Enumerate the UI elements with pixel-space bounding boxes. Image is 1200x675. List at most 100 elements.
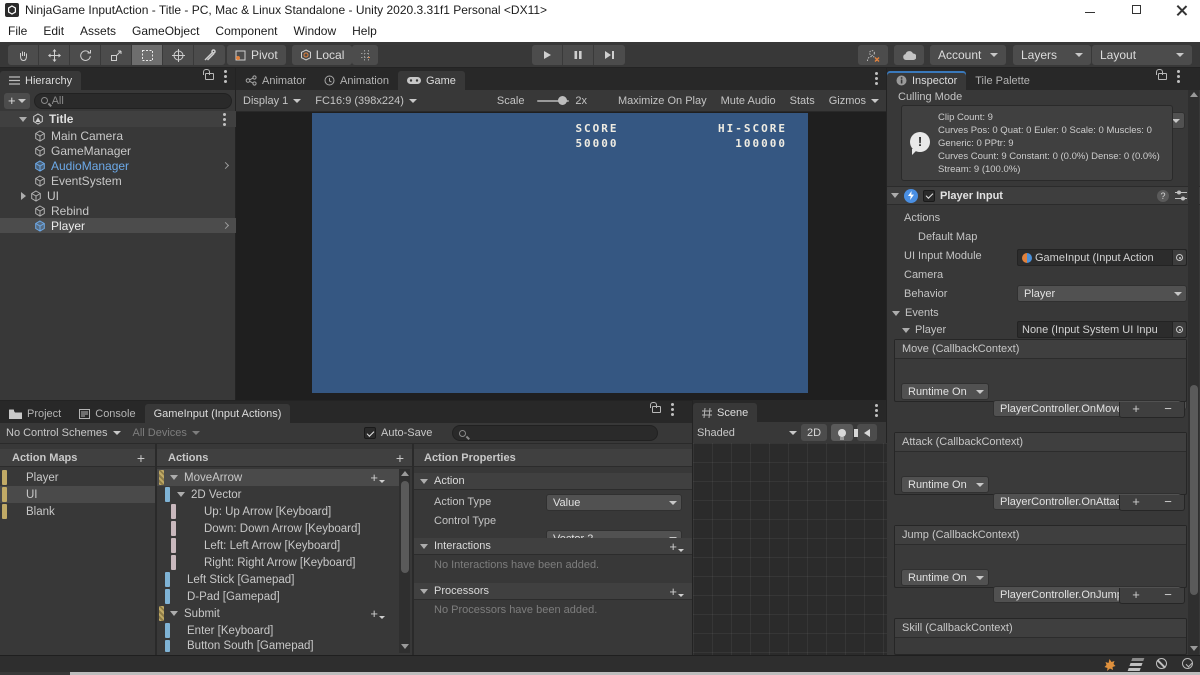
actions-search-field[interactable] (470, 427, 651, 439)
display-dropdown[interactable]: Display 1 (236, 95, 308, 107)
binding-row-buttonsouth[interactable]: Button South [Gamepad] (157, 639, 399, 653)
menu-edit[interactable]: Edit (35, 24, 72, 38)
add-binding-button[interactable]: + (370, 470, 385, 485)
binding-row-left[interactable]: Left: Left Arrow [Keyboard] (157, 537, 399, 554)
custom-tool-icon[interactable] (194, 45, 225, 65)
hierarchy-search-field[interactable] (51, 94, 225, 107)
game-panel-menu-icon[interactable] (875, 77, 878, 80)
move-tool-icon[interactable] (39, 45, 70, 65)
collab-activity-icon[interactable] (1103, 658, 1116, 671)
2d-toggle-button[interactable]: 2D (801, 424, 828, 441)
control-schemes-dropdown[interactable]: No Control Schemes (0, 427, 127, 439)
lighting-toggle-icon[interactable] (831, 424, 854, 441)
disabled-sync-icon[interactable] (1156, 658, 1167, 669)
interactions-section-header[interactable]: Interactions + (414, 538, 692, 555)
hierarchy-search-input[interactable] (33, 92, 232, 109)
maximize-button[interactable] (1130, 4, 1144, 16)
scroll-down-icon[interactable] (400, 644, 409, 649)
binding-row-down[interactable]: Down: Down Arrow [Keyboard] (157, 520, 399, 537)
events-foldout[interactable]: Events (892, 307, 939, 319)
binding-row-right[interactable]: Right: Right Arrow [Keyboard] (157, 554, 399, 571)
menu-component[interactable]: Component (207, 24, 285, 38)
hierarchy-item-player[interactable]: Player (0, 218, 236, 233)
add-processor-button[interactable]: + (669, 584, 684, 599)
rect-tool-icon[interactable] (132, 45, 163, 65)
presets-icon[interactable] (1175, 190, 1187, 201)
tab-gameinput[interactable]: GameInput (Input Actions) (144, 404, 291, 423)
progress-ok-icon[interactable] (1182, 658, 1193, 669)
actions-search-input[interactable] (452, 425, 658, 441)
pivot-toggle[interactable]: Pivot (227, 45, 286, 65)
processors-section-header[interactable]: Processors + (414, 583, 692, 600)
event-mode-dropdown[interactable]: Runtime On (901, 569, 989, 586)
autosave-checkbox[interactable] (364, 427, 376, 439)
layers-dropdown[interactable]: Layers (1013, 45, 1092, 65)
tab-scene[interactable]: Scene (693, 403, 758, 422)
autosave-toggle[interactable]: Auto-Save (364, 427, 432, 439)
scale-slider[interactable] (537, 95, 570, 105)
binding-row-leftstick[interactable]: Left Stick [Gamepad] (157, 571, 399, 588)
remove-event-button[interactable]: − (1152, 402, 1184, 417)
play-button[interactable] (532, 45, 563, 65)
player-input-component-header[interactable]: Player Input ? (887, 186, 1200, 205)
scene-header-row[interactable]: Title (0, 111, 236, 127)
binding-row-enter[interactable]: Enter [Keyboard] (157, 622, 399, 639)
add-binding-button[interactable]: + (370, 606, 385, 621)
hierarchy-lock-icon[interactable] (203, 69, 214, 80)
menu-assets[interactable]: Assets (72, 24, 124, 38)
panel-lock-icon[interactable] (650, 402, 661, 413)
layout-dropdown[interactable]: Layout (1092, 45, 1192, 65)
collapsed-foldout-icon[interactable] (21, 191, 26, 200)
add-event-button[interactable]: + (1120, 495, 1152, 510)
hierarchy-item-eventsystem[interactable]: EventSystem (0, 173, 236, 188)
event-mode-dropdown[interactable]: Runtime On (901, 383, 989, 400)
mute-audio-button[interactable]: Mute Audio (714, 95, 783, 107)
transform-tool-icon[interactable] (163, 45, 194, 65)
scrollbar-thumb[interactable] (1189, 385, 1198, 595)
stats-button[interactable]: Stats (783, 95, 822, 107)
object-picker-icon[interactable] (1172, 250, 1186, 265)
scene-foldout-icon[interactable] (19, 116, 27, 122)
devices-dropdown[interactable]: All Devices (127, 427, 206, 439)
action-map-ui[interactable]: UI (0, 486, 155, 503)
hierarchy-item-ui[interactable]: UI (0, 188, 236, 203)
tab-tile-palette[interactable]: Tile Palette (966, 71, 1039, 90)
menu-file[interactable]: File (0, 24, 35, 38)
scroll-up-icon[interactable] (1189, 92, 1198, 97)
hierarchy-item-gamemanager[interactable]: GameManager (0, 143, 236, 158)
scene-viewport[interactable] (693, 443, 887, 655)
cache-layers-icon[interactable] (1129, 659, 1143, 666)
actions-scrollbar[interactable] (399, 469, 410, 653)
add-event-button[interactable]: + (1120, 588, 1152, 603)
events-player-foldout[interactable]: Player (902, 324, 946, 336)
action-row-submit[interactable]: Submit + (157, 605, 399, 622)
tab-game[interactable]: Game (397, 71, 465, 90)
scrollbar-thumb[interactable] (400, 481, 409, 573)
component-enabled-checkbox[interactable] (923, 189, 935, 202)
default-map-dropdown[interactable]: Player (1017, 285, 1187, 302)
actions-object-field[interactable]: GameInput (Input Action (1017, 249, 1187, 266)
action-row-2dvector[interactable]: 2D Vector (157, 486, 399, 503)
object-picker-icon[interactable] (1172, 322, 1186, 337)
pause-button[interactable] (563, 45, 594, 65)
hierarchy-menu-icon[interactable] (224, 75, 227, 78)
cloud-icon[interactable] (894, 45, 924, 65)
local-toggle[interactable]: Local (291, 45, 353, 65)
hand-tool-icon[interactable] (8, 45, 39, 65)
add-action-map-button[interactable]: + (137, 450, 145, 466)
hierarchy-item-audiomanager[interactable]: AudioManager (0, 158, 236, 173)
add-event-button[interactable]: + (1120, 402, 1152, 417)
panel-menu-icon[interactable] (671, 408, 674, 411)
ui-input-module-field[interactable]: None (Input System UI Inpu (1017, 321, 1187, 338)
grid-snap-icon[interactable] (352, 45, 378, 65)
remove-event-button[interactable]: − (1152, 495, 1184, 510)
scroll-up-icon[interactable] (400, 471, 409, 476)
aspect-dropdown[interactable]: FC16:9 (398x224) (308, 95, 424, 107)
menu-window[interactable]: Window (285, 24, 344, 38)
menu-gameobject[interactable]: GameObject (124, 24, 207, 38)
collab-icon[interactable] (858, 45, 888, 65)
prefab-open-chevron-icon[interactable] (221, 161, 230, 170)
gizmos-dropdown[interactable]: Gizmos (822, 95, 886, 107)
action-row-movearrow[interactable]: MoveArrow + (157, 469, 399, 486)
remove-event-button[interactable]: − (1152, 588, 1184, 603)
